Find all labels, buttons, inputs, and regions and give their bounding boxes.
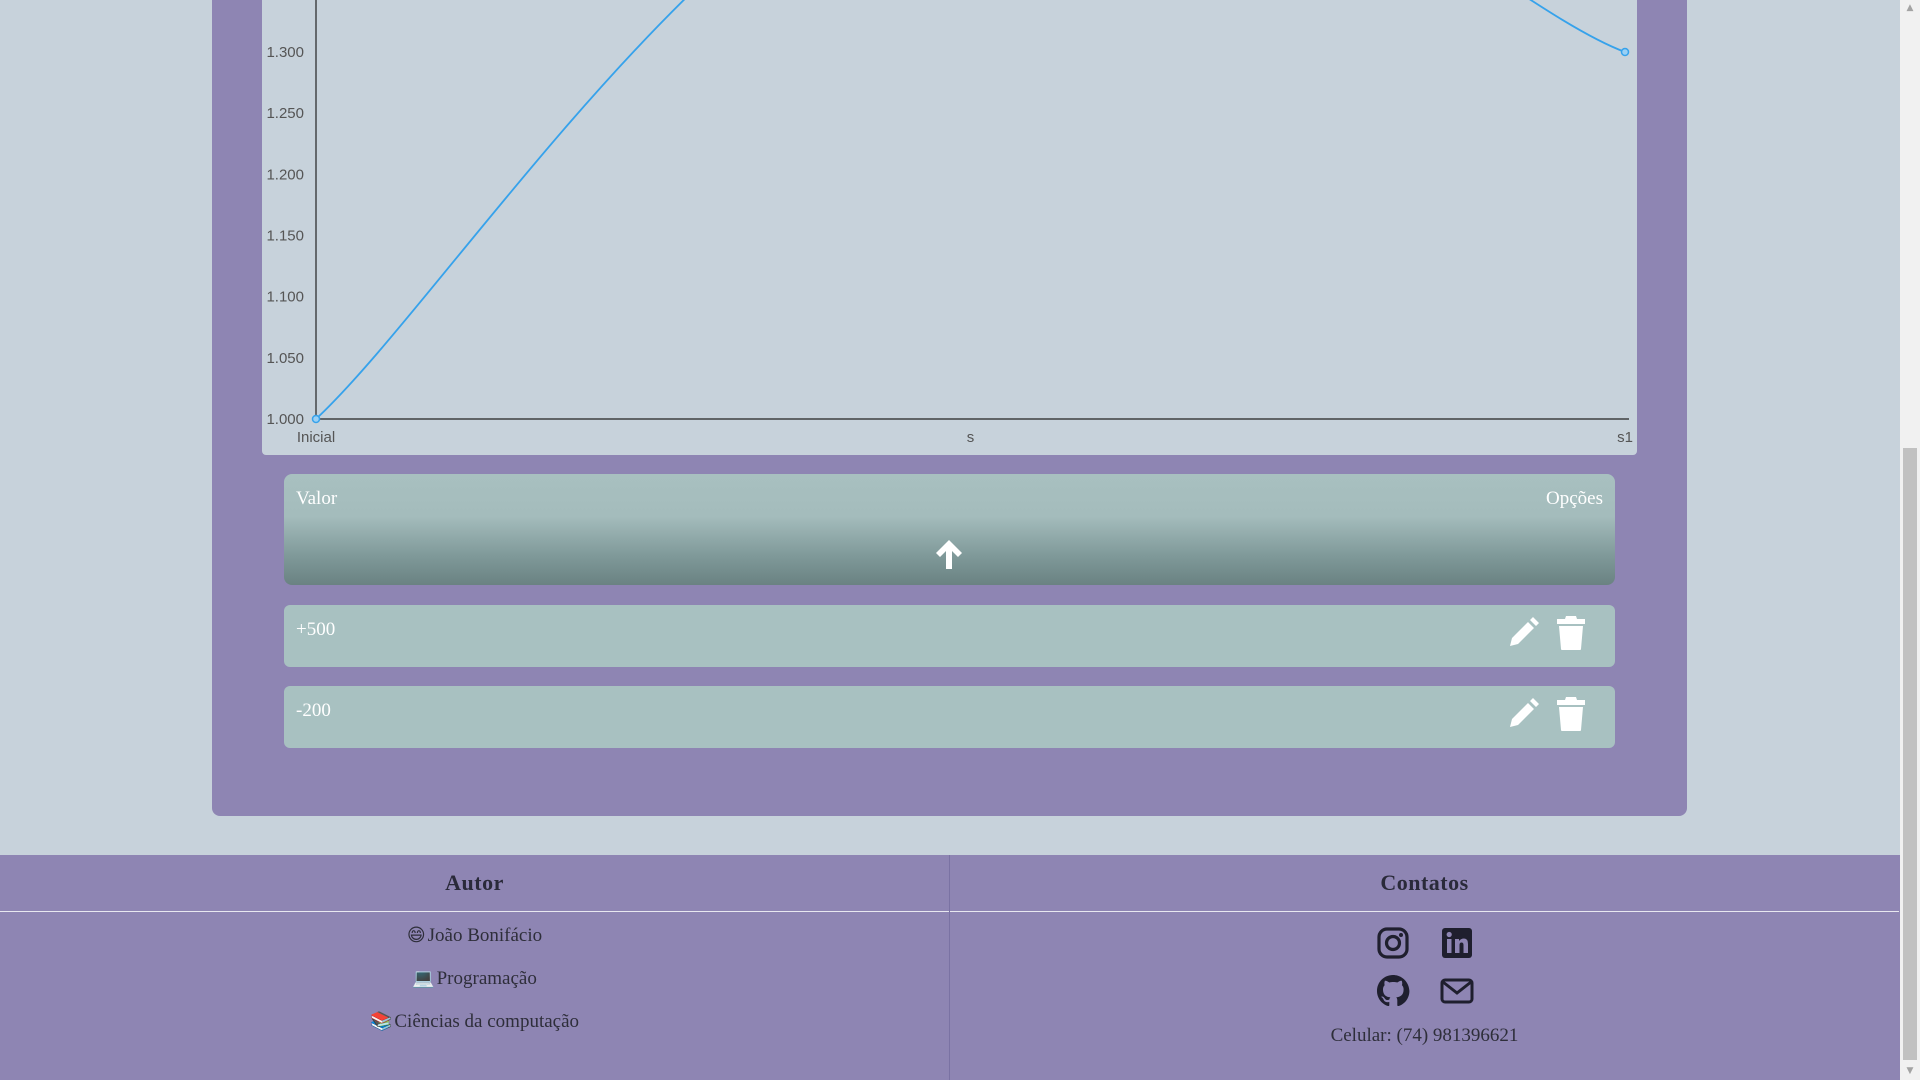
author-field-text: Ciências da computação bbox=[394, 1011, 580, 1032]
arrow-up-icon[interactable] bbox=[931, 536, 967, 572]
mail-icon[interactable] bbox=[1439, 973, 1475, 1009]
y-tick-label: 1.300 bbox=[266, 44, 304, 61]
contacts-section: Contatos Celular: (74) 981396621 bbox=[949, 855, 1899, 1080]
value-column-header: Valor bbox=[296, 488, 338, 509]
series-line bbox=[315, 0, 1626, 420]
contact-icons-row bbox=[950, 973, 1899, 1014]
contacts-heading: Contatos bbox=[950, 855, 1899, 912]
author-interest: 💻 Programação bbox=[0, 968, 949, 1011]
trash-icon[interactable] bbox=[1555, 696, 1587, 732]
y-tick-label: 1.100 bbox=[266, 289, 304, 306]
author-list: 😄 João Bonifácio 💻 Programação 📚 Ciências d… bbox=[0, 925, 949, 1054]
list-header: Valor Opções bbox=[284, 474, 1615, 585]
list-item: +500 bbox=[284, 605, 1615, 667]
y-tick-label: 1.200 bbox=[266, 166, 304, 183]
author-name-text: João Bonifácio bbox=[427, 925, 543, 946]
list-item: -200 bbox=[284, 686, 1615, 748]
y-tick-label: 1.000 bbox=[266, 411, 304, 428]
github-icon[interactable] bbox=[1375, 973, 1411, 1009]
line-chart: 1.300 1.250 1.200 1.150 1.100 1.050 1.000 Inici… bbox=[262, 0, 1637, 455]
author-name: 😄 João Bonifácio bbox=[0, 925, 949, 968]
author-heading: Autor bbox=[0, 855, 949, 912]
data-point bbox=[1620, 47, 1630, 57]
transaction-value: +500 bbox=[296, 619, 336, 640]
linkedin-icon[interactable] bbox=[1439, 925, 1475, 961]
y-tick-label: 1.050 bbox=[266, 350, 304, 367]
y-tick-label: 1.250 bbox=[266, 105, 304, 122]
scrollbar-thumb[interactable] bbox=[1903, 448, 1917, 1060]
x-tick-label: Inicial bbox=[297, 429, 335, 446]
social-icons-row bbox=[950, 925, 1899, 966]
scroll-down-arrow-icon[interactable]: ▼ bbox=[1900, 1063, 1920, 1080]
author-section: Autor 😄 João Bonifácio 💻 Programação 📚 Ciên… bbox=[0, 855, 949, 1080]
author-field: 📚 Ciências da computação bbox=[0, 1011, 949, 1054]
x-tick-label: s bbox=[967, 429, 975, 446]
trash-icon[interactable] bbox=[1555, 615, 1587, 651]
data-point bbox=[311, 414, 321, 424]
pencil-icon[interactable] bbox=[1505, 696, 1541, 732]
chart-svg: 1.300 1.250 1.200 1.150 1.100 1.050 1.000Inici… bbox=[266, 0, 1633, 446]
smile-emoji-icon: 😄 bbox=[406, 925, 426, 946]
options-column-header: Opções bbox=[1546, 488, 1603, 509]
laptop-emoji-icon: 💻 bbox=[412, 968, 435, 989]
instagram-icon[interactable] bbox=[1375, 925, 1411, 961]
phone-number: Celular: (74) 981396621 bbox=[1330, 1025, 1519, 1046]
transaction-value: -200 bbox=[296, 700, 331, 721]
pencil-icon[interactable] bbox=[1505, 615, 1541, 651]
page-footer: Autor 😄 João Bonifácio 💻 Programação 📚 Ciên… bbox=[0, 855, 1900, 1080]
books-emoji-icon: 📚 bbox=[369, 1011, 393, 1032]
y-tick-label: 1.150 bbox=[266, 228, 304, 245]
scroll-up-arrow-icon[interactable]: ▲ bbox=[1900, 0, 1920, 17]
x-tick-label: s1 bbox=[1617, 429, 1633, 446]
author-interest-text: Programação bbox=[436, 968, 537, 989]
